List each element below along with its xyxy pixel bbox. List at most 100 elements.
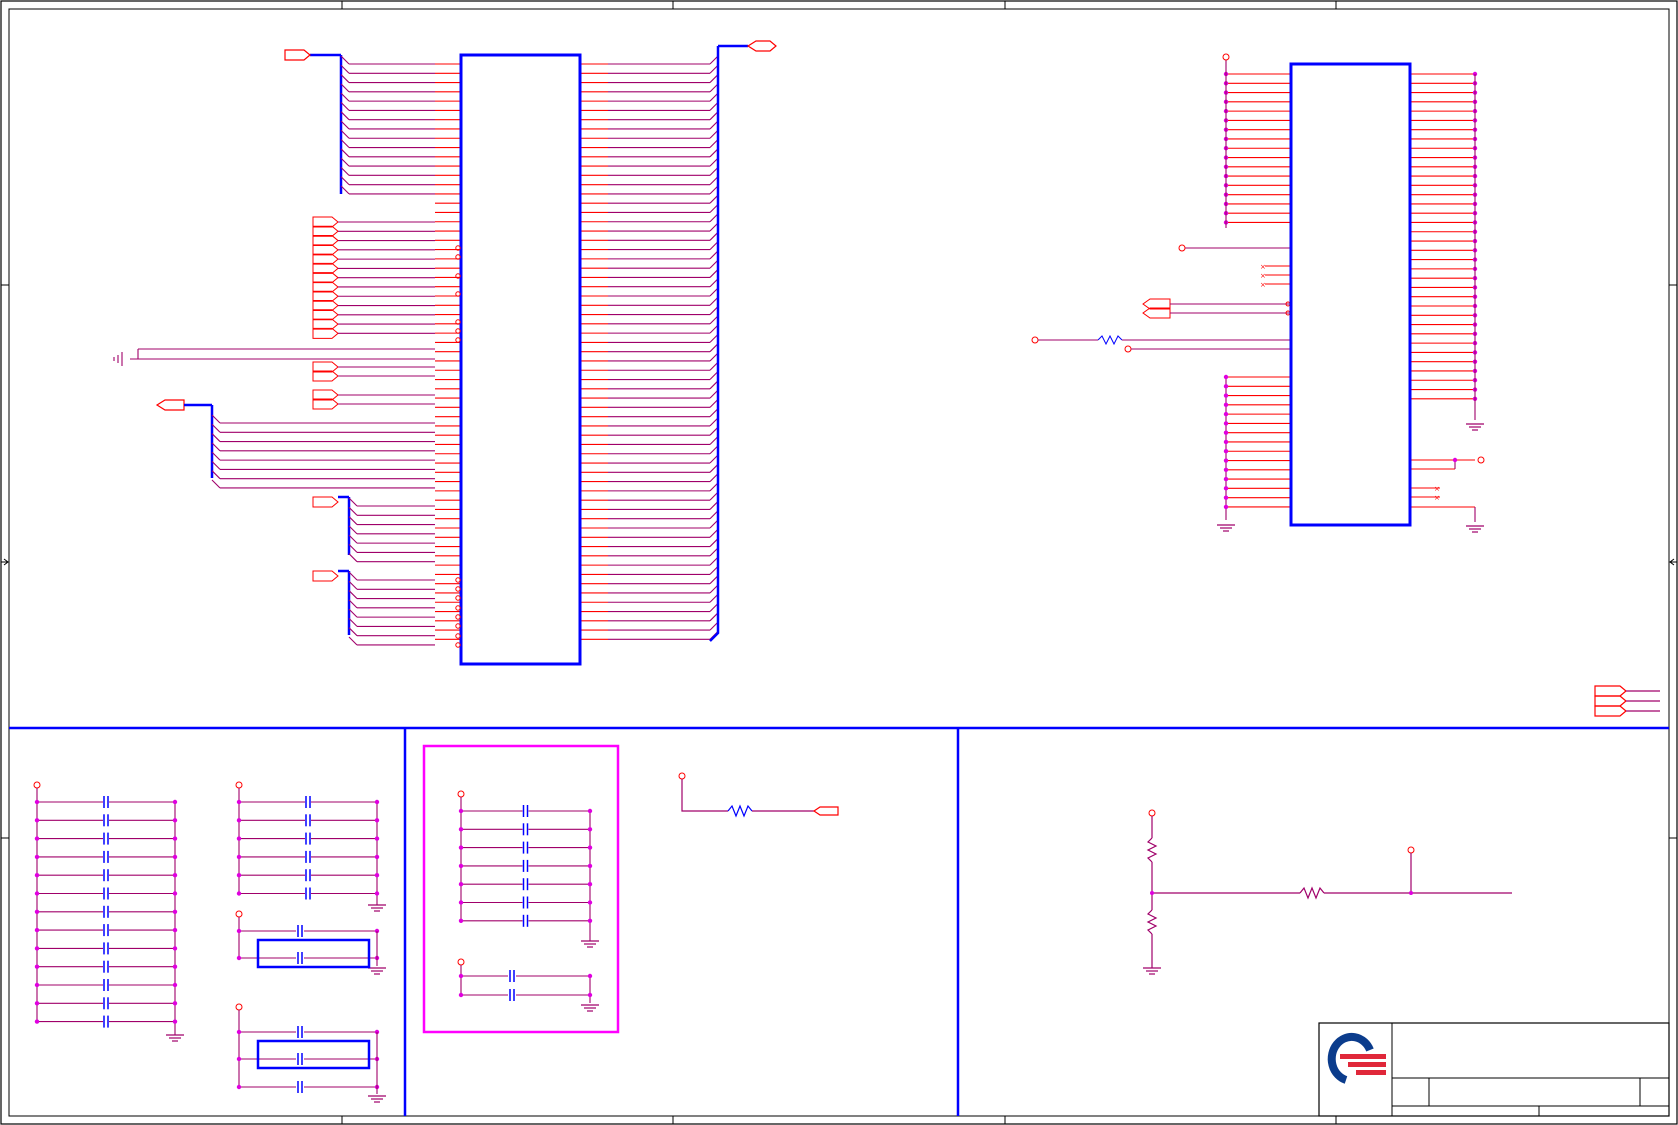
net-port-icon <box>312 281 339 293</box>
junction-dot <box>172 927 178 933</box>
junction-dot <box>1223 421 1229 426</box>
junction-dot <box>587 808 593 814</box>
capacitor-icon <box>509 988 515 1002</box>
junction-dot <box>1223 393 1229 398</box>
junction-dot <box>1223 402 1229 408</box>
junction-dot <box>34 946 40 951</box>
junction-dot <box>236 799 242 805</box>
junction-dot <box>236 1029 242 1035</box>
capacitor-icon <box>103 868 109 882</box>
junction-dot <box>458 882 464 887</box>
svg-text:×: × <box>1434 485 1440 493</box>
junction-dot <box>236 1056 242 1062</box>
svg-text:×: × <box>1260 281 1266 289</box>
svg-text:×: × <box>1434 494 1440 502</box>
junction-dot <box>34 909 40 914</box>
junction-dot <box>172 854 178 860</box>
junction-dot <box>172 818 178 823</box>
junction-dot <box>1223 458 1229 463</box>
junction-dot <box>587 973 593 979</box>
highlighted-cap-group[interactable] <box>422 744 620 1034</box>
capacitor-icon <box>103 941 109 956</box>
junction-dot <box>587 992 593 998</box>
junction-dot <box>1223 430 1229 435</box>
capacitor-icon <box>103 905 109 919</box>
svg-text:×: × <box>1260 263 1266 271</box>
junction-dot <box>1223 495 1229 500</box>
junction-dot <box>458 827 464 832</box>
ground-icon <box>580 1004 600 1012</box>
capacitor-icon <box>103 978 109 992</box>
junction-dot <box>1223 449 1229 454</box>
junction-dot <box>236 955 242 961</box>
junction-dot <box>172 1019 178 1024</box>
junction-dot <box>374 836 380 841</box>
capacitor-icon <box>509 969 515 983</box>
net-port-icon <box>312 225 339 237</box>
capacitor-icon <box>522 804 529 818</box>
capacitor-icon <box>103 813 109 828</box>
capacitor-icon <box>103 795 109 809</box>
junction-dot <box>236 1084 242 1090</box>
capacitor-icon <box>305 850 311 864</box>
capacitor-icon <box>103 831 109 846</box>
junction-dot <box>34 982 40 988</box>
ground-icon <box>165 1034 185 1042</box>
junction-dot <box>458 808 464 814</box>
resistor-icon <box>1097 334 1123 346</box>
ic-left-pins <box>435 55 719 640</box>
main-ic-right[interactable]: ××××× <box>1031 53 1485 533</box>
ground-icon <box>580 940 600 948</box>
capacitor-icon <box>305 831 311 846</box>
sheet-border <box>0 0 1678 1125</box>
junction-dot <box>587 900 593 905</box>
net-port-icon <box>312 570 339 582</box>
junction-dot <box>1223 411 1229 417</box>
ground-icon <box>367 904 387 912</box>
net-port-icon <box>312 309 339 321</box>
junction-dot <box>374 873 380 878</box>
capacitor-icon <box>103 959 109 974</box>
ground-icon <box>1465 525 1485 533</box>
capacitor-icon <box>522 840 529 855</box>
junction-dot <box>458 992 464 998</box>
junction-dot <box>374 799 380 805</box>
ground-icon <box>1465 423 1485 431</box>
decoupling-cap-bank-2 <box>235 781 387 1103</box>
junction-dot <box>587 863 593 869</box>
junction-dot <box>172 982 178 988</box>
capacitor-icon <box>103 886 109 901</box>
main-ic-left[interactable] <box>435 53 719 666</box>
net-port-icon <box>746 40 777 52</box>
junction-dot <box>34 891 40 896</box>
capacitor-icon <box>103 850 109 864</box>
junction-dot <box>1223 467 1229 472</box>
junction-dot <box>172 1001 178 1006</box>
capacitor-icon <box>305 868 311 882</box>
junction-dot <box>1223 384 1229 389</box>
capacitor-icon <box>305 886 311 901</box>
ic-left-body <box>459 53 582 666</box>
capacitor-icon <box>297 924 303 938</box>
junction-dot <box>1223 374 1229 380</box>
capacitor-icon <box>297 1025 303 1039</box>
capacitor-icon <box>522 914 529 928</box>
junction-dot <box>172 891 178 896</box>
net-port-icon <box>155 399 185 411</box>
junction-dot <box>374 818 380 823</box>
capacitor-icon <box>305 813 311 828</box>
net-port-icon <box>312 318 339 330</box>
junction-dot <box>374 854 380 860</box>
junction-dot <box>458 845 464 850</box>
net-port-icon <box>312 290 339 302</box>
junction-dot <box>34 1001 40 1006</box>
junction-dot <box>34 1019 40 1024</box>
junction-dot <box>172 964 178 969</box>
capacitor-icon <box>297 951 303 965</box>
junction-dot <box>587 827 593 832</box>
junction-dot <box>34 927 40 933</box>
capacitor-icon <box>103 1014 109 1029</box>
voltage-divider <box>1142 809 1512 975</box>
ground-icon <box>1216 524 1236 532</box>
junction-dot <box>587 918 593 923</box>
